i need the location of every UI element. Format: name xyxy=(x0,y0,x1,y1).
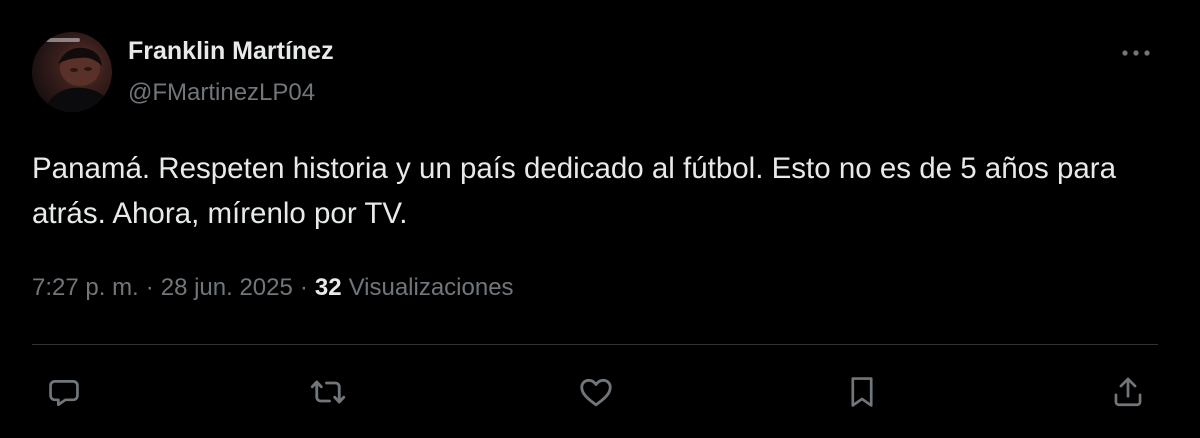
views-label[interactable]: Visualizaciones xyxy=(349,274,514,302)
meta-separator: · xyxy=(145,274,154,301)
tweet-meta: 7:27 p. m. · 28 jun. 2025 · 32 Visualiza… xyxy=(32,274,514,302)
tweet-date[interactable]: 28 jun. 2025 xyxy=(161,274,293,302)
bookmark-button[interactable] xyxy=(842,372,882,412)
share-icon xyxy=(1114,377,1142,407)
avatar[interactable] xyxy=(32,32,112,112)
share-button[interactable] xyxy=(1108,372,1148,412)
author-name[interactable]: Franklin Martínez xyxy=(128,37,334,66)
views-count[interactable]: 32 xyxy=(315,274,342,302)
reply-button[interactable] xyxy=(44,372,84,412)
reply-icon xyxy=(49,380,79,407)
meta-separator: · xyxy=(299,274,308,301)
bookmark-icon xyxy=(851,377,873,407)
more-options-button[interactable] xyxy=(1116,36,1156,70)
author-handle[interactable]: @FMartinezLP04 xyxy=(128,79,315,107)
more-horizontal-icon xyxy=(1122,50,1150,56)
retweet-button[interactable] xyxy=(308,372,348,412)
divider xyxy=(32,344,1158,345)
tweet-card: Franklin Martínez @FMartinezLP04 Panamá.… xyxy=(0,0,1200,438)
like-button[interactable] xyxy=(576,372,616,412)
tweet-time[interactable]: 7:27 p. m. xyxy=(32,274,139,302)
tweet-text: Panamá. Respeten historia y un país dedi… xyxy=(32,152,1117,230)
heart-icon xyxy=(580,378,612,407)
retweet-icon xyxy=(310,380,346,404)
